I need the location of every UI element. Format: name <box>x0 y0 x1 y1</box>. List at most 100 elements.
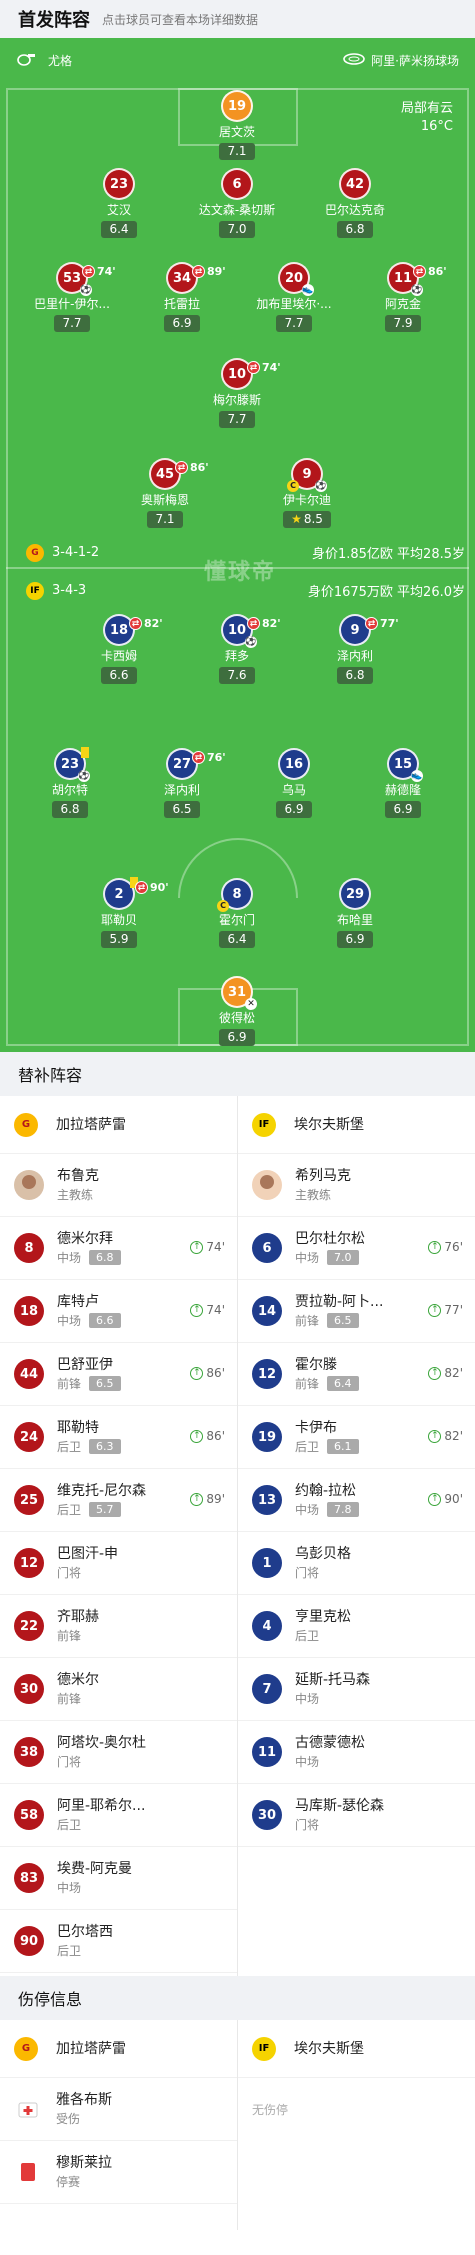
player-number: 18 <box>14 1296 44 1326</box>
bench-player-row[interactable]: 12 霍尔滕 前锋 6.4 ↑ 82' <box>238 1343 475 1406</box>
home-player[interactable]: 6 达文森-桑切斯 7.0 <box>182 168 292 238</box>
away-player[interactable]: 9 ⇄ 77' 泽内利 6.8 <box>300 614 410 684</box>
player-number: 7 <box>252 1674 282 1704</box>
stadium-icon <box>343 53 365 68</box>
injury-row[interactable]: 雅各布斯 受伤 <box>0 2078 237 2141</box>
venue: 阿里·萨米扬球场 <box>343 52 459 69</box>
home-player[interactable]: 45 ⇄ 86' 奥斯梅恩 7.1 <box>110 458 220 528</box>
away-player[interactable]: 8C 霍尔门 6.4 <box>182 878 292 948</box>
player-name: 彼得松 <box>218 1011 255 1025</box>
coach-row[interactable]: 布鲁克 主教练 <box>0 1154 237 1217</box>
sub-off-indicator: ⇄ 86' <box>413 265 447 278</box>
goal-icon: ⚽ <box>78 770 90 782</box>
sub-in-icon: ↑ <box>190 1366 204 1380</box>
player-name: 居文茨 <box>218 125 255 139</box>
sub-on-indicator: ↑ 74' <box>190 1303 225 1317</box>
player-rating: 5.9 <box>101 931 137 948</box>
player-number-circle: 20 👟 <box>278 262 314 296</box>
player-position: 后卫 <box>57 1502 82 1517</box>
bench-player-row[interactable]: 24 耶勒特 后卫 6.3 ↑ 86' <box>0 1406 237 1469</box>
player-number: 12 <box>14 1548 44 1578</box>
player-name: 卡伊布 <box>295 1419 337 1436</box>
bench-player-row[interactable]: 6 巴尔杜尔松 中场 7.0 ↑ 76' <box>238 1217 475 1280</box>
player-name: 霍尔门 <box>218 913 255 927</box>
bench-player-row[interactable]: 14 贾拉勒-阿卜... 前锋 6.5 ↑ 77' <box>238 1280 475 1343</box>
sub-out-icon: ⇄ <box>192 265 205 278</box>
bench-player-row[interactable]: 18 库特卢 中场 6.6 ↑ 74' <box>0 1280 237 1343</box>
goal-icon: ⚽ <box>80 284 92 296</box>
away-player[interactable]: 2 ⇄ 90' 耶勒贝 5.9 <box>64 877 174 948</box>
bench-player-row[interactable]: 90 巴尔塔西 后卫 <box>0 1910 237 1973</box>
home-player[interactable]: 42 巴尔达克奇 6.8 <box>300 168 410 238</box>
bench-player-row[interactable]: 58 阿里-耶希尔... 后卫 <box>0 1784 237 1847</box>
player-name: 拜多 <box>224 649 249 663</box>
home-player[interactable]: 19 居文茨 7.1 <box>182 90 292 160</box>
home-stats: 身价1.85亿欧 平均28.5岁 <box>311 547 465 562</box>
bench-player-row[interactable]: 22 齐耶赫 前锋 <box>0 1595 237 1658</box>
sub-in-minute: 74' <box>206 1303 225 1317</box>
home-player[interactable]: 11 ⚽ ⇄ 86' 阿克金 7.9 <box>348 262 458 332</box>
player-rating: 6.9 <box>385 801 421 818</box>
bench-player-row[interactable]: 38 阿塔坎-奥尔杜 门将 <box>0 1721 237 1784</box>
bench-player-row[interactable]: 44 巴舒亚伊 前锋 6.5 ↑ 86' <box>0 1343 237 1406</box>
away-player[interactable]: 31 ✕ 彼得松 6.9 <box>182 976 292 1046</box>
player-name: 贾拉勒-阿卜... <box>295 1293 384 1310</box>
bench-player-row[interactable]: 83 埃费-阿克曼 中场 <box>0 1847 237 1910</box>
bench-player-row[interactable]: 7 延斯-托马森 中场 <box>238 1658 475 1721</box>
elfsborg-logo-icon: IF <box>252 2036 276 2061</box>
player-position: 前锋 <box>57 1376 82 1391</box>
player-position: 前锋 <box>295 1313 320 1328</box>
goal-icon: ⚽ <box>411 284 423 296</box>
home-player[interactable]: 53 ⚽ ⇄ 74' 巴里什-伊尔... 7.7 <box>17 262 127 332</box>
coach-row[interactable]: 希列马克 主教练 <box>238 1154 475 1217</box>
bench-player-row[interactable]: 30 德米尔 前锋 <box>0 1658 237 1721</box>
sub-on-indicator: ↑ 86' <box>190 1366 225 1380</box>
home-player[interactable]: 9 C ⚽ 伊卡尔迪 ★ 8.5 <box>252 458 362 528</box>
player-name: 阿塔坎-奥尔杜 <box>57 1734 147 1751</box>
player-number-circle: 9 C ⚽ <box>287 458 327 492</box>
home-player[interactable]: 34 ⇄ 89' 托雷拉 6.9 <box>127 262 237 332</box>
bench-player-row[interactable]: 12 巴图汗-申 门将 <box>0 1532 237 1595</box>
player-number: 1 <box>252 1548 282 1578</box>
away-player[interactable]: 27 ⇄ 76' 泽内利 6.5 <box>127 748 237 818</box>
sub-off-indicator: ⇄ 76' <box>192 751 226 764</box>
bench-player-row[interactable]: 19 卡伊布 后卫 6.1 ↑ 82' <box>238 1406 475 1469</box>
home-player[interactable]: 23 艾汉 6.4 <box>64 168 174 238</box>
home-bench: G 加拉塔萨雷 布鲁克 主教练 8 德米尔拜 中场 6.8 ↑ 74' 18 库特卢 中场 6.6 ↑… <box>0 1096 237 1973</box>
injury-row[interactable]: 穆斯莱拉 停赛 <box>0 2141 237 2204</box>
bench-player-row[interactable]: 8 德米尔拜 中场 6.8 ↑ 74' <box>0 1217 237 1280</box>
away-player[interactable]: 16 乌马 6.9 <box>239 748 349 818</box>
sub-out-icon: ⇄ <box>175 461 188 474</box>
bench-player-row[interactable]: 30 马库斯-瑟伦森 门将 <box>238 1784 475 1847</box>
player-number-circle: 45 ⇄ 86' <box>149 458 209 490</box>
injury-status: 停赛 <box>56 2174 81 2189</box>
player-position: 后卫 <box>57 1943 82 1958</box>
home-player[interactable]: 10 ⇄ 74' 梅尔滕斯 7.7 <box>182 358 292 428</box>
bench-player-row[interactable]: 13 约翰-拉松 中场 7.8 ↑ 90' <box>238 1469 475 1532</box>
away-player[interactable]: 18 ⇄ 82' 卡西姆 6.6 <box>64 614 174 684</box>
sub-out-icon: ⇄ <box>129 617 142 630</box>
player-name: 马库斯-瑟伦森 <box>295 1797 385 1814</box>
assist-icon: 👟 <box>411 770 423 782</box>
sub-off-indicator: ⇄ 90' <box>135 881 169 894</box>
bench-player-row[interactable]: 1 乌彭贝格 门将 <box>238 1532 475 1595</box>
sub-in-minute: 89' <box>206 1492 225 1506</box>
player-name: 齐耶赫 <box>57 1608 99 1625</box>
player-number: 14 <box>252 1296 282 1326</box>
away-player[interactable]: 15 👟 赫德隆 6.9 <box>348 748 458 818</box>
bench-player-row[interactable]: 25 维克托-尼尔森 后卫 5.7 ↑ 89' <box>0 1469 237 1532</box>
yellow-card-icon <box>81 747 89 758</box>
away-player[interactable]: 10 ⚽ ⇄ 82' 拜多 7.6 <box>182 614 292 684</box>
bench-player-row[interactable]: 4 亨里克松 后卫 <box>238 1595 475 1658</box>
sub-off-indicator: ⇄ 74' <box>247 361 281 374</box>
sub-on-indicator: ↑ 86' <box>190 1429 225 1443</box>
player-rating: 6.4 <box>101 221 137 238</box>
away-player[interactable]: 23 ⚽ 胡尔特 6.8 <box>15 747 125 818</box>
sub-in-icon: ↑ <box>428 1429 442 1443</box>
away-player[interactable]: 29 布哈里 6.9 <box>300 878 410 948</box>
player-name: 泽内利 <box>336 649 373 663</box>
bench-player-row[interactable]: 11 古德蒙德松 中场 <box>238 1721 475 1784</box>
player-number: 4 <box>252 1611 282 1641</box>
player-number: 30 <box>14 1674 44 1704</box>
home-player[interactable]: 20 👟 加布里埃尔·... 7.7 <box>239 262 349 332</box>
